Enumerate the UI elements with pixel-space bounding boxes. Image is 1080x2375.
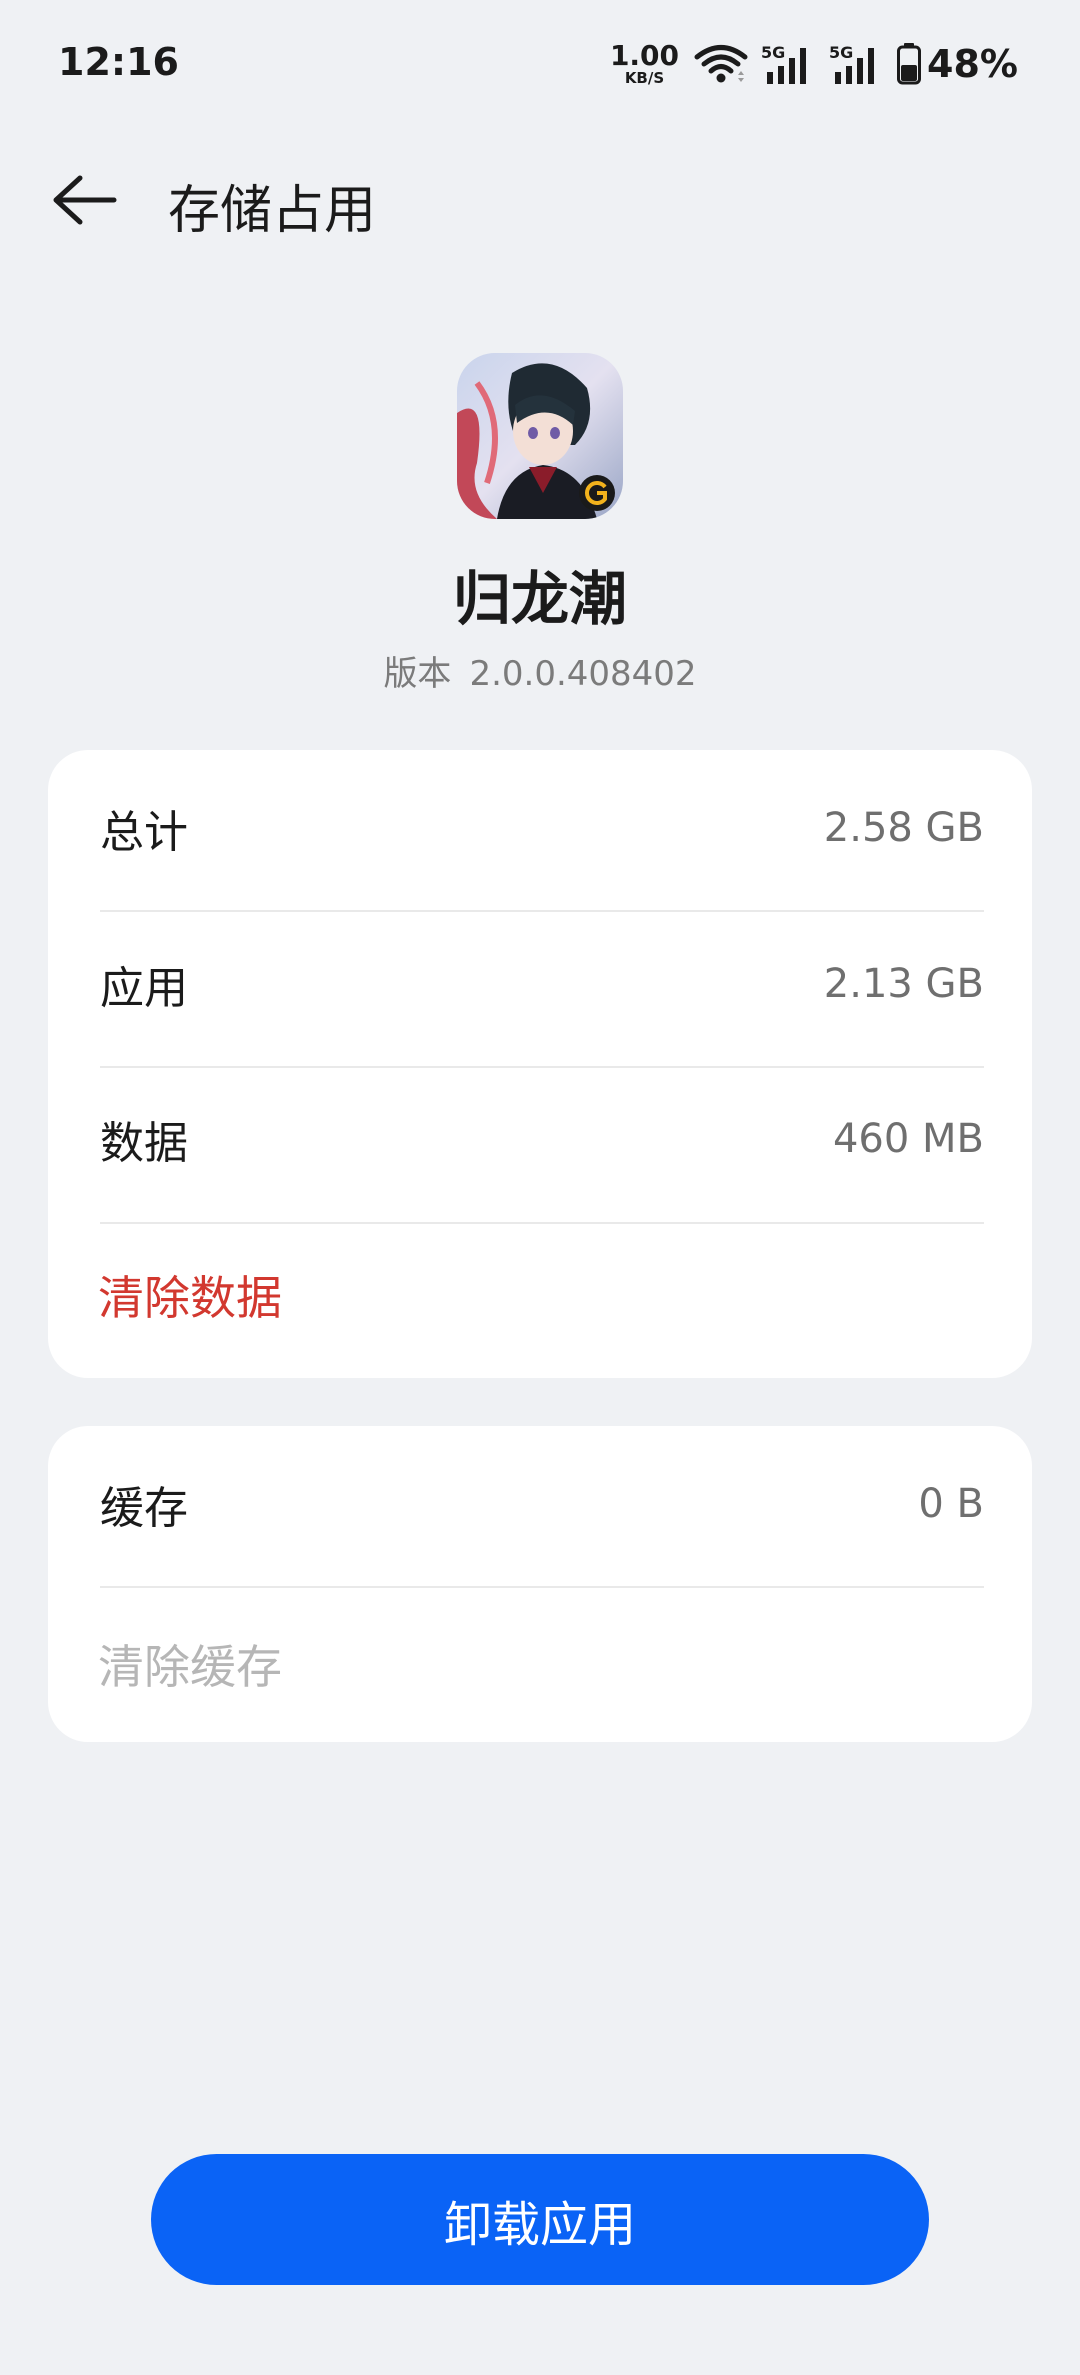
status-icons: 1.00 KB/S 5G 5G 48% xyxy=(610,38,1018,90)
battery-icon xyxy=(897,43,922,85)
app-bar: 存储占用 xyxy=(0,150,1080,250)
page-title: 存储占用 xyxy=(168,181,377,241)
network-speed: 1.00 KB/S xyxy=(610,42,679,86)
back-button[interactable] xyxy=(40,162,130,238)
storage-row-label: 总计 xyxy=(100,806,188,858)
wifi-icon xyxy=(694,45,748,83)
battery-percent: 48% xyxy=(927,42,1018,86)
status-bar: 12:16 1.00 KB/S 5G 5G 48% xyxy=(0,0,1080,130)
version-value: 2.0.0.408402 xyxy=(469,654,697,694)
cache-label: 缓存 xyxy=(100,1482,188,1534)
app-version: 版本 2.0.0.408402 xyxy=(0,646,1080,695)
svg-text:5G: 5G xyxy=(761,43,785,62)
uninstall-button[interactable]: 卸载应用 xyxy=(151,2154,929,2285)
cache-card: 缓存 0 B 清除缓存 xyxy=(48,1426,1032,1742)
storage-row-value: 2.58 GB xyxy=(823,804,984,851)
clear-cache-button[interactable]: 清除缓存 xyxy=(98,1586,282,1741)
clear-data-button[interactable]: 清除数据 xyxy=(98,1217,282,1372)
cache-value: 0 B xyxy=(918,1480,984,1527)
storage-card: 总计 2.58 GB 应用 2.13 GB 数据 460 MB 清除数据 xyxy=(48,750,1032,1378)
back-arrow-icon xyxy=(53,175,117,225)
app-name: 归龙潮 xyxy=(452,565,627,633)
storage-row-data: 数据 460 MB xyxy=(100,1061,984,1216)
app-icon xyxy=(457,353,623,519)
storage-row-value: 460 MB xyxy=(832,1115,984,1162)
storage-row-label: 应用 xyxy=(100,962,188,1014)
network-speed-unit: KB/S xyxy=(624,69,665,87)
storage-usage-screen: 12:16 1.00 KB/S 5G 5G 48% 存储占用 归龙潮 版本 2.… xyxy=(0,0,1080,2375)
svg-text:5G: 5G xyxy=(829,43,853,62)
storage-row-value: 2.13 GB xyxy=(823,960,984,1007)
storage-row-total: 总计 2.58 GB xyxy=(100,750,984,905)
storage-row-label: 数据 xyxy=(100,1117,188,1169)
network-speed-value: 1.00 xyxy=(609,39,680,72)
cache-row: 缓存 0 B xyxy=(100,1426,984,1581)
storage-row-app: 应用 2.13 GB xyxy=(100,906,984,1061)
battery-status: 48% xyxy=(897,42,1018,86)
signal-icon-2: 5G xyxy=(829,43,875,84)
version-label: 版本 xyxy=(383,654,452,694)
status-time: 12:16 xyxy=(58,40,179,84)
signal-icon-1: 5G xyxy=(761,43,807,84)
